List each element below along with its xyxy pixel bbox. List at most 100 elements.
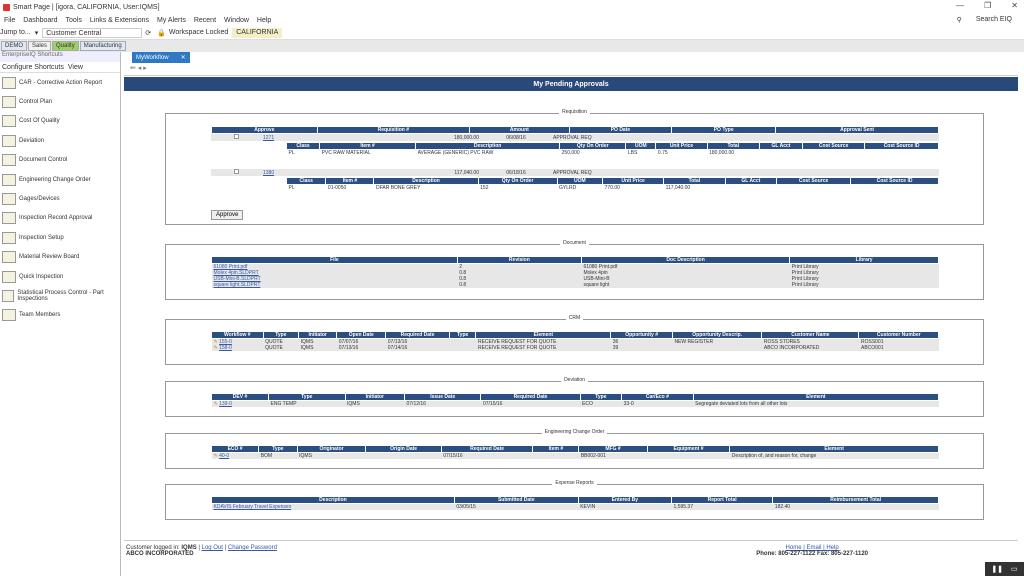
table-cell: 0.8 xyxy=(457,282,582,288)
logout-link[interactable]: Log Out xyxy=(202,545,223,551)
column-header: Cost Source ID xyxy=(850,177,939,185)
column-header: Amount xyxy=(468,126,570,134)
back-icon[interactable]: ⇚ ◂ ▸ xyxy=(130,65,147,72)
pause-icon[interactable]: ❚❚ xyxy=(991,565,1003,573)
maximize-icon[interactable]: ❐ xyxy=(984,1,991,10)
table-header-row: Class Item # Description Qty On Order UOM Uni… xyxy=(285,142,939,150)
view-menu[interactable]: View xyxy=(68,64,83,71)
sidebar-item[interactable]: Inspection Record Approval xyxy=(0,209,120,228)
configure-shortcuts[interactable]: Configure Shortcuts xyxy=(2,64,64,71)
amount-cell: 180,000.00 xyxy=(371,134,481,141)
sidebar-item[interactable]: Quick Inspection xyxy=(0,267,120,286)
column-header: Revision xyxy=(456,256,582,264)
table-cell: PVC RAW MATERIAL xyxy=(321,150,371,156)
search-icon[interactable]: ⚲ xyxy=(957,16,962,24)
column-header: File xyxy=(211,256,458,264)
sidebar-item-label: Quick Inspection xyxy=(19,273,64,280)
sidebar-item[interactable]: Engineering Change Order xyxy=(0,170,120,189)
approve-checkbox[interactable] xyxy=(233,134,239,139)
table-cell: LBS xyxy=(627,150,638,156)
menu-file[interactable]: File xyxy=(4,17,15,24)
sidebar-item[interactable]: Document Control xyxy=(0,151,120,170)
column-header: Cost Source xyxy=(776,177,852,185)
menu-help[interactable]: Help xyxy=(257,17,271,24)
sidebar-item[interactable]: Deviation xyxy=(0,131,120,150)
table-cell xyxy=(759,150,802,157)
record-link[interactable]: 158-0 xyxy=(219,345,232,351)
menu-recent[interactable]: Recent xyxy=(194,17,216,24)
tab-demo[interactable]: DEMO xyxy=(1,41,27,51)
column-header: Required Date xyxy=(385,331,450,339)
menu-alerts[interactable]: My Alerts xyxy=(157,17,186,24)
shortcut-icon xyxy=(2,76,16,89)
type-cell: APPROVAL REQ xyxy=(551,169,731,176)
table-cell: 152 xyxy=(480,185,489,191)
column-header: Item # xyxy=(325,177,375,185)
column-header: Open Date xyxy=(336,331,387,339)
screen-icon[interactable]: ▭ xyxy=(1011,565,1018,573)
tab-sales[interactable]: Sales xyxy=(28,41,52,51)
crm-table: Workflow # Type Initiator Open Date Required… xyxy=(211,331,939,351)
requisition-link[interactable]: 1271 xyxy=(263,135,274,141)
approve-button[interactable]: Approve xyxy=(211,210,244,220)
requisition-row: 1271 180,000.00 06/08/16 APPROVAL REQ xyxy=(211,134,939,141)
jump-to[interactable]: Jump to... xyxy=(0,29,31,36)
sidebar-item-label: Team Members xyxy=(19,312,61,319)
table-cell: ✎ 40-0 xyxy=(211,452,259,459)
record-link[interactable]: square light.SLDPRT xyxy=(214,282,261,288)
column-header: GL Acct xyxy=(758,142,804,150)
requisition-lines: Class Item # Description Qty On Order UOM Uni… xyxy=(285,177,939,191)
menu-window[interactable]: Window xyxy=(224,17,249,24)
close-tab-icon[interactable]: ✕ xyxy=(181,54,186,61)
shortcut-icon xyxy=(2,251,16,264)
tab-manufacturing[interactable]: Manufacturing xyxy=(79,41,126,51)
search-eiq[interactable]: Search EIQ xyxy=(976,16,1012,24)
menu-tools[interactable]: Tools xyxy=(66,17,82,24)
customer-selector[interactable]: Customer Central xyxy=(42,27,143,38)
shortcut-icon xyxy=(2,173,16,186)
column-header: Type xyxy=(579,393,623,401)
change-password-link[interactable]: Change Password xyxy=(228,545,277,551)
menu-dashboard[interactable]: Dashboard xyxy=(23,17,57,24)
table-cell: ABCO001 xyxy=(858,345,939,351)
table-header-row: Description Submitted Date Entered By Repor… xyxy=(211,496,939,504)
column-header: ECO # xyxy=(210,445,260,453)
table-cell: ✎ 139-0 xyxy=(211,400,269,407)
sidebar-item[interactable]: Statistical Process Control - Part Inspe… xyxy=(0,286,120,305)
shortcut-icon xyxy=(2,115,16,128)
close-icon[interactable]: ✕ xyxy=(1011,1,1018,10)
tab-quality[interactable]: Quality xyxy=(52,41,79,51)
shortcut-icon xyxy=(2,289,15,302)
taskbar-tray: ❚❚ ▭ xyxy=(985,562,1024,576)
sidebar-item[interactable]: Control Plan xyxy=(0,92,120,111)
approve-checkbox[interactable] xyxy=(233,169,239,174)
column-header: Class xyxy=(285,177,327,185)
sidebar-item[interactable]: Material Review Board xyxy=(0,248,120,267)
sidebar-item[interactable]: Gages/Devices xyxy=(0,189,120,208)
table-cell: 01-0050 xyxy=(327,185,347,191)
eco-panel: Engineering Change Order ECO # Type Origin… xyxy=(165,429,984,469)
sidebar-item[interactable]: CAR - Corrective Action Report xyxy=(0,73,120,92)
sidebar-item[interactable]: Inspection Setup xyxy=(0,228,120,247)
record-link[interactable]: 139-0 xyxy=(219,401,232,407)
shortcut-icon xyxy=(2,96,16,109)
tab-myworkflow[interactable]: MyWorkflow ✕ xyxy=(132,52,190,63)
menu-links[interactable]: Links & Extensions xyxy=(90,17,149,24)
sidebar-item[interactable]: Team Members xyxy=(0,306,120,325)
record-link[interactable]: KDAVIS February Travel Expenses xyxy=(214,504,292,510)
column-header: Initiator xyxy=(344,393,406,401)
table-cell xyxy=(865,150,939,157)
refresh-icon[interactable]: ⟳ xyxy=(145,29,151,37)
minimize-icon[interactable]: — xyxy=(956,1,964,10)
deviation-panel: Deviation DEV # Type Initiator Issue Date Re… xyxy=(165,377,984,417)
sidebar-item[interactable]: Cost Of Quality xyxy=(0,112,120,131)
sidebar-item-label: Inspection Setup xyxy=(19,234,64,241)
column-header: Origin Date xyxy=(365,445,442,453)
column-header: Entered By xyxy=(577,496,673,504)
column-header: Type xyxy=(448,331,477,339)
location-badge: CALIFORNIA xyxy=(232,27,283,38)
column-header: Qty On Order xyxy=(477,177,558,185)
dropdown-icon[interactable]: ▾ xyxy=(35,29,39,37)
record-link[interactable]: 40-0 xyxy=(219,453,229,459)
requisition-link[interactable]: 1380 xyxy=(263,170,274,176)
